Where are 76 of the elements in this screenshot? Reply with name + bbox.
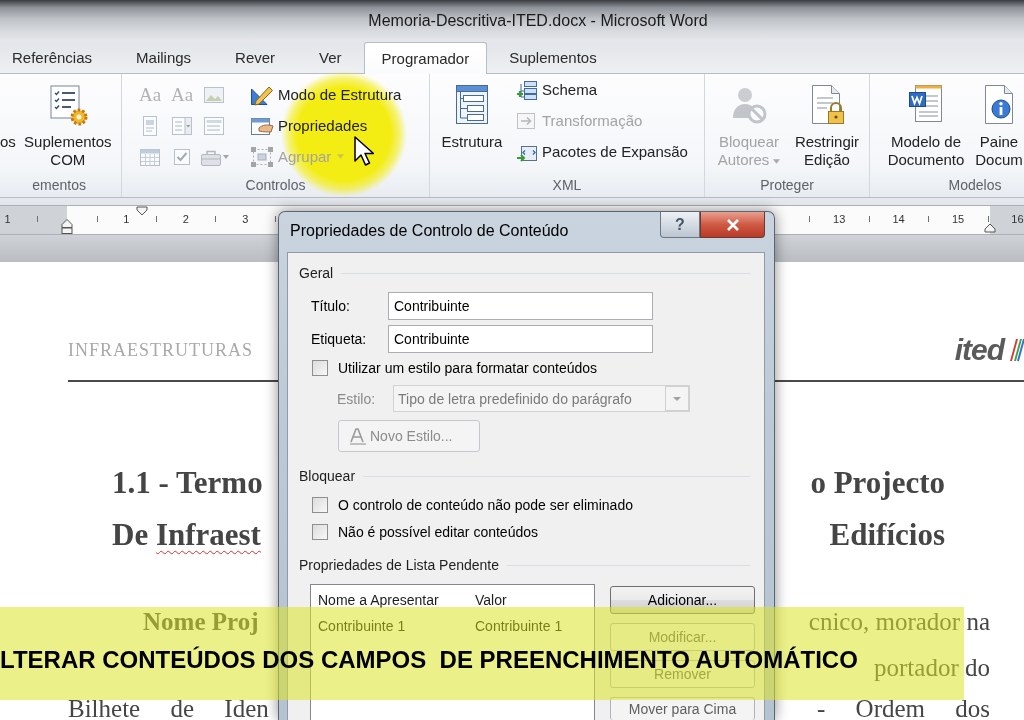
checkbox[interactable] bbox=[312, 497, 328, 513]
body-text: cnico, morador na bbox=[808, 607, 990, 637]
picture-icon bbox=[203, 84, 225, 105]
ribbon-tab[interactable]: Referências bbox=[0, 42, 115, 73]
checkbox-icon bbox=[171, 146, 193, 167]
ribbon-button-label[interactable]: os bbox=[0, 133, 16, 151]
ruler-number: 2 bbox=[181, 212, 190, 226]
combo-box-icon bbox=[171, 115, 193, 136]
checkbox[interactable] bbox=[312, 524, 328, 540]
underlined-letter-icon bbox=[349, 427, 367, 445]
checkbox-label: O controlo de conteúdo não pode ser eliminado bbox=[338, 497, 633, 513]
column-header: Nome a Apresentar bbox=[318, 591, 439, 609]
list-cell: Contribuinte 1 bbox=[475, 617, 563, 635]
window-title: Memoria-Descritiva-ITED.docx - Microsoft Word bbox=[368, 12, 708, 30]
ribbon-tab[interactable]: Programador bbox=[363, 42, 488, 74]
dialog-title: Propriedades de Controlo de Conteúdo bbox=[290, 221, 569, 241]
ruler-number: 15 bbox=[950, 212, 966, 226]
section-heading: Propriedades de Lista Pendente bbox=[299, 556, 500, 574]
group-label: XML bbox=[552, 176, 582, 195]
column-header: Valor bbox=[475, 591, 507, 609]
field-label: Etiqueta: bbox=[311, 331, 368, 347]
heading-text: Edifícios bbox=[829, 516, 945, 554]
mouse-cursor-icon bbox=[354, 136, 374, 166]
tree-plus-icon bbox=[516, 79, 538, 100]
group-label: ementos bbox=[32, 176, 86, 195]
list-row[interactable]: Contribuinte 1 Contribuinte 1 bbox=[318, 617, 588, 635]
dialog-button[interactable]: Adicionar... bbox=[610, 586, 755, 614]
ribbon-large-button[interactable]: Modelo de Documento bbox=[882, 74, 970, 169]
group-label: Modelos bbox=[948, 176, 1002, 195]
ribbon-large-button[interactable]: Paine Docum bbox=[973, 74, 1024, 169]
ribbon-tab[interactable]: Suplementos bbox=[487, 42, 619, 73]
heading-text: De Infraest bbox=[112, 516, 261, 554]
ribbon-command-button[interactable]: Pacotes de Expansão bbox=[514, 136, 690, 167]
ribbon-tab[interactable]: Ver bbox=[297, 42, 364, 73]
ribbon-command-button[interactable]: Schema bbox=[514, 74, 690, 105]
ribbon-large-button[interactable]: Restringir Edição bbox=[788, 74, 866, 169]
checkbox[interactable] bbox=[312, 360, 328, 376]
ribbon-tab[interactable]: Mailings bbox=[114, 42, 214, 73]
page-header-text: INFRAESTRUTURAS bbox=[68, 339, 254, 361]
list-cell: Contribuinte 1 bbox=[318, 617, 406, 635]
group-label: Proteger bbox=[760, 176, 814, 195]
section-heading: Geral bbox=[299, 264, 334, 282]
indent-marker[interactable] bbox=[136, 206, 148, 216]
field-label: Estilo: bbox=[337, 390, 377, 407]
checkbox-label: Utilizar um estilo para formatar conteúdos bbox=[338, 360, 598, 376]
checkbox-label: Não é possível editar conteúdos bbox=[338, 524, 538, 540]
heading-text: 1.1 - Termo bbox=[112, 464, 263, 502]
com-addins-button[interactable]: Suplementos COM bbox=[17, 74, 118, 169]
help-button[interactable]: ? bbox=[660, 212, 700, 238]
list-box-icon bbox=[203, 115, 225, 136]
ruler-number: 1 bbox=[3, 212, 12, 226]
heading-text: o Projecto bbox=[810, 464, 945, 502]
ribbon-tab[interactable]: Rever bbox=[213, 42, 298, 73]
close-button[interactable] bbox=[700, 212, 765, 238]
ruler-number: 1 bbox=[122, 212, 131, 226]
group-label: Controlos bbox=[245, 176, 306, 195]
ruler-number: 16 bbox=[1010, 212, 1024, 226]
close-icon bbox=[725, 218, 740, 231]
structure-button[interactable]: Estrutura bbox=[430, 74, 514, 151]
text-field[interactable]: Contribuinte bbox=[388, 325, 653, 353]
body-text: Bilhete de Iden bbox=[68, 694, 269, 720]
dashed-square-icon bbox=[250, 145, 274, 168]
field-label-text: Nome Proj bbox=[143, 607, 259, 637]
body-text: portador do bbox=[874, 653, 990, 683]
ruler-number: 13 bbox=[832, 212, 847, 226]
ruler-number: 14 bbox=[891, 212, 906, 226]
section-heading: Bloquear bbox=[299, 467, 356, 485]
text-field[interactable]: Contribuinte bbox=[388, 292, 653, 320]
indent-marker[interactable] bbox=[984, 223, 996, 233]
field-label: Título: bbox=[311, 298, 351, 314]
ruler-number: 3 bbox=[241, 212, 250, 226]
logo-text: ited bbox=[954, 333, 1004, 367]
calendar-icon bbox=[139, 146, 161, 167]
checklist-gear-icon bbox=[47, 84, 88, 126]
body-text: - Ordem dos bbox=[817, 694, 990, 720]
indent-marker[interactable] bbox=[61, 218, 73, 234]
